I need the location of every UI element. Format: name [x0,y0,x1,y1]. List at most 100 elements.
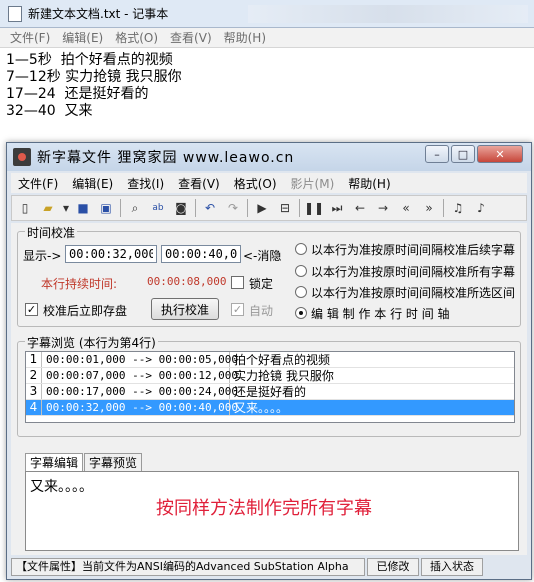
preview-icon[interactable]: ◙ [172,199,190,217]
notepad-title: 新建文本文档.txt - 记事本 [28,7,169,21]
editor-tabs: 字幕编辑 字幕预览 [25,453,143,472]
status-insert-mode: 插入状态 [421,558,483,576]
duration-label: 本行持续时间: [41,277,118,291]
status-modified: 已修改 [367,558,419,576]
notepad-menu-format[interactable]: 格式(O) [115,29,158,46]
row-text: 还是挺好看的 [234,385,307,399]
subtitle-row[interactable]: 2 00:00:07,000 --> 00:00:12,000 实力抢镜 我只服… [26,368,514,384]
pause-icon[interactable]: ❚❚ [304,199,324,217]
notepad-text-area[interactable]: 1—5秒 拍个好看点的视频 7—12秒 实力抢镜 我只服你 17—24 还是挺好看的… [6,52,182,120]
menu-help[interactable]: 帮助(H) [348,175,390,192]
blurred-titlebar-area [248,4,528,23]
tab-subtitle-edit[interactable]: 字幕编辑 [25,453,84,472]
replace-icon[interactable]: ab [149,199,167,217]
hide-label: <-消隐 [243,249,282,263]
subtitle-browser-legend: 字幕浏览 (本行为第4行) [25,334,158,351]
start-time-input[interactable] [65,245,157,263]
maximize-button[interactable]: □ [451,145,475,163]
row-time: 00:00:32,000 --> 00:00:40,000 [42,400,238,415]
end-time-input[interactable] [161,245,241,263]
subtitle-menubar: 文件(F) 编辑(E) 查找(I) 查看(V) 格式(O) 影片(M) 帮助(H… [11,173,527,193]
subtitle-window-title: 新字幕文件 狸窝家园 www.leawo.cn [37,150,295,166]
new-icon[interactable]: ▯ [16,199,34,217]
row-text: 又来。。。。 [234,401,289,415]
notepad-titlebar[interactable]: 新建文本文档.txt - 记事本 [0,0,534,28]
editor-text: 又来。。。。 [30,479,93,495]
close-button[interactable]: ✕ [477,145,523,163]
toolbar-separator [247,199,248,217]
open-icon[interactable]: ▰ [39,199,57,217]
toolbar-separator [120,199,121,217]
app-icon [13,148,31,166]
saveas-icon[interactable]: ▣ [97,199,115,217]
status-file-attributes: 【文件属性】当前文件为ANSI编码的Advanced SubStation Al… [11,558,365,576]
row-time: 00:00:01,000 --> 00:00:05,000 [42,352,238,367]
subtitle-row[interactable]: 3 00:00:17,000 --> 00:00:24,000 还是挺好看的 [26,384,514,400]
toolbar-separator [443,199,444,217]
menu-view[interactable]: 查看(V) [178,175,220,192]
subtitle-edit-area[interactable]: 又来。。。。 按同样方法制作完所有字幕 [25,471,519,551]
notepad-menu-file[interactable]: 文件(F) [10,29,50,46]
menu-find[interactable]: 查找(I) [127,175,164,192]
notepad-menubar: 文件(F) 编辑(E) 格式(O) 查看(V) 帮助(H) [0,28,534,48]
instruction-annotation: 按同样方法制作完所有字幕 [156,498,372,519]
tab-subtitle-preview[interactable]: 字幕预览 [84,453,143,471]
notepad-line: 7—12秒 实力抢镜 我只服你 [6,69,182,85]
menu-movie[interactable]: 影片(M) [291,175,335,192]
play-icon[interactable]: ▶ [253,199,271,217]
save-after-label: 校准后立即存盘 [43,304,128,318]
subtitle-list[interactable]: 1 00:00:01,000 --> 00:00:05,000 拍个好看点的视频… [25,351,515,423]
dropdown-icon[interactable]: ▾ [62,199,70,217]
undo-icon[interactable]: ↶ [201,199,219,217]
notepad-icon [8,5,22,22]
status-bar: 【文件属性】当前文件为ANSI编码的Advanced SubStation Al… [11,557,527,577]
radio-calibrate-all[interactable] [295,265,307,277]
auto-checkbox[interactable]: ✓ [231,303,244,316]
menu-edit[interactable]: 编辑(E) [72,175,113,192]
row-number: 1 [26,352,42,367]
subtitle-row-selected[interactable]: 4 00:00:32,000 --> 00:00:40,000 又来。。。。 [26,400,514,416]
toolbar: ▯ ▰ ▾ ■ ▣ ⌕ ab ◙ ↶ ↷ ▶ ⊟ ❚❚ ⏭ ← → « » ♫ … [11,195,527,221]
row-time: 00:00:07,000 --> 00:00:12,000 [42,368,238,383]
next-frame-icon[interactable]: ⏭ [328,199,346,217]
main-panel: 时间校准 显示-> <-消隐 本行持续时间: 00:00:08,000 锁定 ✓… [11,223,527,555]
fast-forward-icon[interactable]: » [420,199,438,217]
minimize-button[interactable]: – [425,145,449,163]
subtitle-row[interactable]: 1 00:00:01,000 --> 00:00:05,000 拍个好看点的视频 [26,352,514,368]
radio-label-all: 以本行为准按原时间间隔校准所有字幕 [311,265,516,279]
time-calibration-legend: 时间校准 [25,224,78,241]
subtitle-editor-window: 新字幕文件 狸窝家园 www.leawo.cn – □ ✕ 文件(F) 编辑(E… [6,142,532,580]
save-after-checkbox[interactable]: ✓ [25,303,38,316]
duration-value: 00:00:08,000 [147,275,227,288]
rewind-icon[interactable]: « [397,199,415,217]
notepad-menu-help[interactable]: 帮助(H) [224,29,266,46]
lock-checkbox[interactable] [231,276,244,289]
redo-icon[interactable]: ↷ [224,199,242,217]
save-icon[interactable]: ■ [74,199,92,217]
radio-edit-timeline[interactable] [295,307,307,319]
notepad-line: 32—40 又来 [6,103,93,119]
row-number: 2 [26,368,42,383]
radio-label-edit-timeline: 编 辑 制 作 本 行 时 间 轴 [311,307,450,321]
notepad-menu-view[interactable]: 查看(V) [170,29,212,46]
row-text: 实力抢镜 我只服你 [234,369,334,383]
radio-label-following: 以本行为准按原时间间隔校准后续字幕 [311,243,516,257]
subtitle-titlebar[interactable]: 新字幕文件 狸窝家园 www.leawo.cn – □ ✕ [7,143,531,171]
forward-icon[interactable]: → [374,199,392,217]
back-icon[interactable]: ← [351,199,369,217]
auto-label: 自动 [249,304,274,318]
menu-file[interactable]: 文件(F) [18,175,58,192]
menu-format[interactable]: 格式(O) [234,175,277,192]
execute-calibration-button[interactable]: 执行校准 [151,298,219,320]
notepad-menu-edit[interactable]: 编辑(E) [62,29,103,46]
find-icon[interactable]: ⌕ [126,199,144,217]
row-number: 3 [26,384,42,399]
radio-calibrate-selection[interactable] [295,286,307,298]
toolbar-separator [299,199,300,217]
row-number: 4 [26,400,42,415]
subtitle-icon[interactable]: ⊟ [276,199,294,217]
notepad-line: 17—24 还是挺好看的 [6,86,149,102]
radio-calibrate-following[interactable] [295,243,307,255]
music2-icon[interactable]: ♪ [472,199,490,217]
music-icon[interactable]: ♫ [449,199,467,217]
